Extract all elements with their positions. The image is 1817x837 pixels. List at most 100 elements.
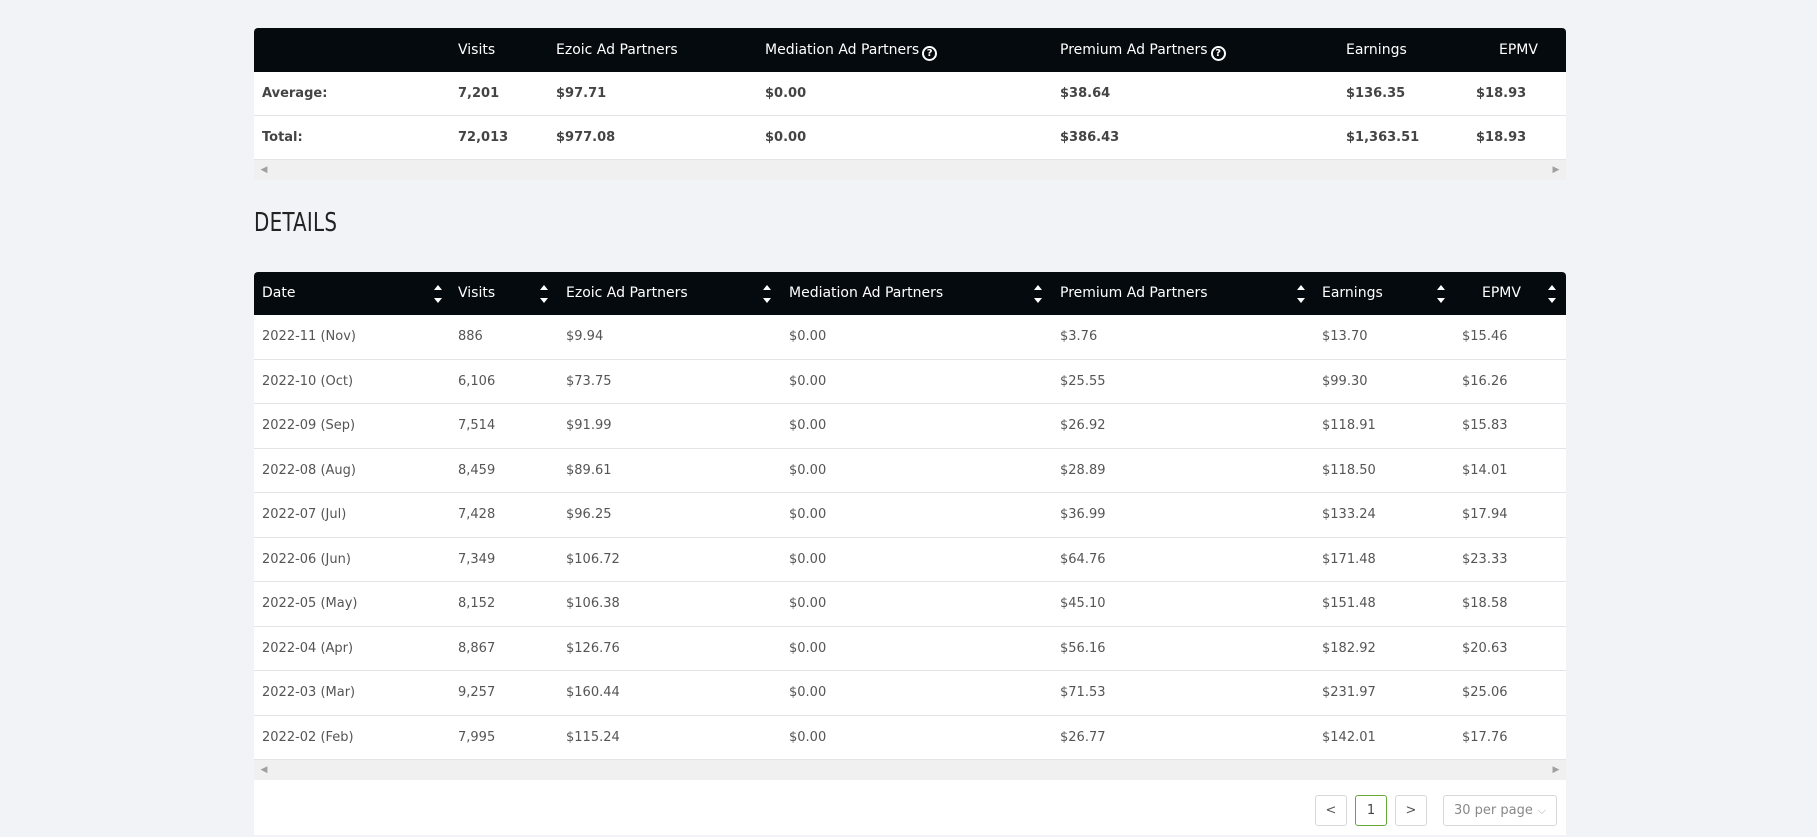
column-header-ezoic[interactable]: Ezoic Ad Partners — [566, 272, 688, 315]
cell-ezoic: $160.44 — [566, 685, 620, 700]
per-page-value: 30 per page — [1454, 803, 1533, 818]
summary-header-row: Visits Ezoic Ad Partners Mediation Ad Pa… — [254, 28, 1566, 72]
next-page-button[interactable]: > — [1395, 795, 1427, 826]
cell-mediation: $0.00 — [789, 640, 827, 656]
sort-icon[interactable] — [1296, 283, 1306, 305]
summary-header-visits: Visits — [458, 42, 496, 58]
cell-date: 2022-10 (Oct) — [262, 373, 354, 389]
cell-visits: 886 — [458, 329, 483, 344]
details-table: Date Visits Ezoic Ad Partners Mediation … — [254, 272, 1566, 835]
cell-premium: $45.10 — [1060, 596, 1106, 611]
summary-cell: $18.93 — [1476, 86, 1527, 101]
cell-ezoic: $115.24 — [566, 729, 620, 745]
sort-icon[interactable] — [762, 283, 772, 305]
cell-ezoic: $126.76 — [566, 640, 620, 656]
cell-ezoic: $96.25 — [566, 507, 612, 522]
page-button-current[interactable]: 1 — [1355, 795, 1387, 826]
cell-premium: $36.99 — [1060, 507, 1106, 522]
cell-premium: $71.53 — [1060, 685, 1106, 700]
cell-visits: 9,257 — [458, 685, 496, 700]
cell-epmv: $16.26 — [1462, 373, 1508, 389]
column-header-mediation[interactable]: Mediation Ad Partners — [789, 272, 943, 315]
cell-visits: 7,428 — [458, 507, 496, 522]
details-body: 2022-11 (Nov) 886 $9.94 $0.00 $3.76 $13.70 $15… — [254, 315, 1566, 760]
column-header-premium[interactable]: Premium Ad Partners — [1060, 272, 1208, 315]
cell-ezoic: $106.72 — [566, 551, 620, 567]
prev-page-button[interactable]: < — [1315, 795, 1347, 826]
column-header-date[interactable]: Date — [262, 272, 295, 315]
cell-date: 2022-04 (Apr) — [262, 640, 354, 656]
column-header-earnings[interactable]: Earnings — [1322, 272, 1383, 315]
cell-date: 2022-09 (Sep) — [262, 418, 356, 433]
scroll-left-icon[interactable]: ◀ — [254, 160, 274, 180]
cell-date: 2022-02 (Feb) — [262, 729, 354, 745]
cell-mediation: $0.00 — [789, 729, 827, 745]
sort-icon[interactable] — [1547, 283, 1557, 305]
cell-epmv: $23.33 — [1462, 551, 1508, 567]
cell-premium: $64.76 — [1060, 551, 1106, 567]
summary-header-mediation-label: Mediation Ad Partners — [765, 42, 920, 58]
cell-mediation: $0.00 — [789, 418, 827, 433]
column-header-visits[interactable]: Visits — [458, 272, 495, 315]
summary-cell: 7,201 — [458, 86, 500, 101]
details-header-row: Date Visits Ezoic Ad Partners Mediation … — [254, 272, 1566, 315]
cell-mediation: $0.00 — [789, 685, 827, 700]
sort-icon[interactable] — [539, 283, 549, 305]
pagination-bar: < 1 > 30 per page ⌵ — [254, 780, 1566, 835]
cell-earnings: $133.24 — [1322, 507, 1376, 522]
scroll-left-icon[interactable]: ◀ — [254, 760, 274, 780]
scroll-right-icon[interactable]: ▶ — [1546, 160, 1566, 180]
cell-epmv: $17.76 — [1462, 729, 1508, 745]
cell-ezoic: $9.94 — [566, 329, 604, 344]
table-row: 2022-03 (Mar) 9,257 $160.44 $0.00 $71.53 $231… — [254, 671, 1566, 716]
sort-icon[interactable] — [1436, 283, 1446, 305]
summary-cell: $0.00 — [765, 130, 807, 145]
summary-row-label: Total: — [262, 130, 303, 145]
summary-header-premium: Premium Ad Partners? — [1060, 28, 1226, 72]
summary-row-label: Average: — [262, 86, 328, 101]
cell-mediation: $0.00 — [789, 507, 827, 522]
cell-visits: 7,514 — [458, 418, 496, 433]
column-header-epmv[interactable]: EPMV — [1482, 272, 1521, 315]
table-row: 2022-10 (Oct) 6,106 $73.75 $0.00 $25.55 $99.3… — [254, 359, 1566, 404]
cell-epmv: $15.83 — [1462, 418, 1508, 433]
cell-premium: $28.89 — [1060, 462, 1106, 478]
details-horizontal-scrollbar[interactable]: ◀ ▶ — [254, 760, 1566, 780]
table-row: 2022-07 (Jul) 7,428 $96.25 $0.00 $36.99 $133.… — [254, 493, 1566, 538]
table-row: 2022-06 (Jun) 7,349 $106.72 $0.00 $64.76 $171… — [254, 537, 1566, 582]
scroll-right-icon[interactable]: ▶ — [1546, 760, 1566, 780]
per-page-select[interactable]: 30 per page ⌵ — [1443, 795, 1557, 826]
summary-table: Visits Ezoic Ad Partners Mediation Ad Pa… — [254, 28, 1566, 180]
cell-date: 2022-05 (May) — [262, 596, 358, 611]
table-row: 2022-11 (Nov) 886 $9.94 $0.00 $3.76 $13.70 $15… — [254, 315, 1566, 360]
summary-header-mediation: Mediation Ad Partners? — [765, 28, 938, 72]
cell-mediation: $0.00 — [789, 373, 827, 389]
cell-visits: 6,106 — [458, 373, 496, 389]
cell-epmv: $25.06 — [1462, 685, 1508, 700]
cell-date: 2022-03 (Mar) — [262, 685, 356, 700]
summary-header-ezoic: Ezoic Ad Partners — [556, 42, 678, 58]
summary-cell: $97.71 — [556, 86, 607, 101]
cell-ezoic: $91.99 — [566, 418, 612, 433]
question-circle-icon[interactable]: ? — [922, 46, 938, 61]
sort-icon[interactable] — [433, 283, 443, 305]
cell-earnings: $99.30 — [1322, 373, 1368, 389]
summary-cell: $1,363.51 — [1346, 130, 1420, 145]
cell-epmv: $14.01 — [1462, 462, 1508, 478]
cell-visits: 8,867 — [458, 640, 496, 656]
summary-header-earnings: Earnings — [1346, 42, 1407, 58]
cell-mediation: $0.00 — [789, 551, 827, 567]
cell-visits: 8,152 — [458, 596, 496, 611]
summary-horizontal-scrollbar[interactable]: ◀ ▶ — [254, 160, 1566, 180]
summary-row-average: Average: 7,201 $97.71 $0.00 $38.64 $136.… — [254, 72, 1566, 116]
cell-mediation: $0.00 — [789, 462, 827, 478]
cell-visits: 7,995 — [458, 729, 496, 745]
cell-mediation: $0.00 — [789, 596, 827, 611]
table-row: 2022-09 (Sep) 7,514 $91.99 $0.00 $26.92 $118.… — [254, 404, 1566, 449]
question-circle-icon[interactable]: ? — [1210, 46, 1226, 61]
sort-icon[interactable] — [1033, 283, 1043, 305]
summary-cell: $18.93 — [1476, 130, 1527, 145]
cell-ezoic: $106.38 — [566, 596, 620, 611]
summary-cell: $0.00 — [765, 86, 807, 101]
chevron-down-icon: ⌵ — [1537, 804, 1546, 817]
